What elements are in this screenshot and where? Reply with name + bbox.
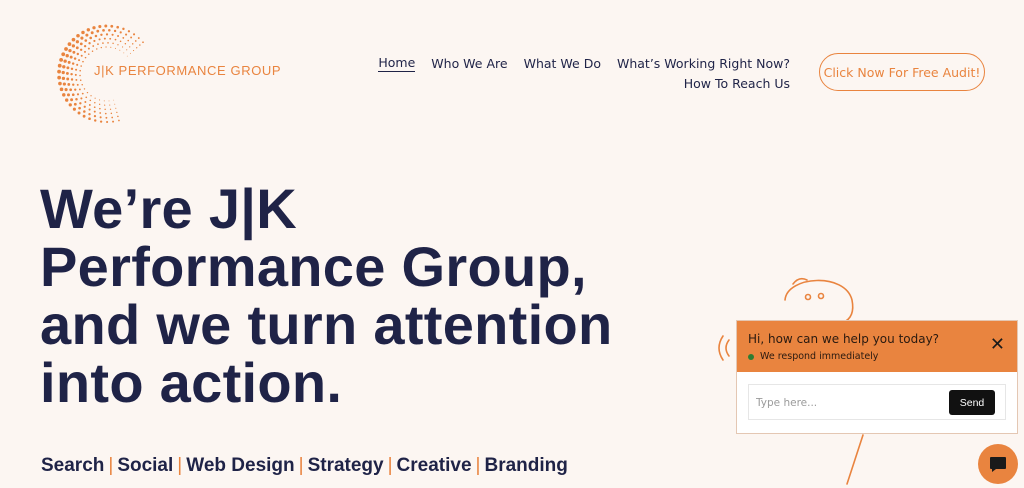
main-nav: Home Who We Are What We Do What’s Workin… [378,53,790,93]
close-icon[interactable]: ✕ [990,336,1005,354]
service-item: Strategy [307,455,384,476]
hero-heading: We’re J|K Performance Group, and we turn… [40,180,740,412]
hero-line: Performance Group, [40,235,587,298]
nav-row-2: How To Reach Us [380,73,790,93]
nav-row-1: Home Who We Are What We Do What’s Workin… [378,53,790,73]
separator: | [108,455,114,476]
service-item: Branding [484,455,568,476]
chat-bubble-icon [990,457,1006,472]
chat-input-container: Send [748,384,1006,421]
service-item: Creative [396,455,472,476]
nav-item-home[interactable]: Home [378,55,416,72]
logo[interactable]: J|K PERFORMANCE GROUP [52,22,282,126]
nav-item-who-we-are[interactable]: Who We Are [431,56,507,71]
service-item: Web Design [186,455,295,476]
free-audit-button[interactable]: Click Now For Free Audit! [819,53,985,91]
chat-title: Hi, how can we help you today? [748,332,940,346]
service-item: Search [41,455,105,476]
chat-widget: Hi, how can we help you today? We respon… [736,320,1018,434]
hero-line: into action. [40,351,343,414]
nav-item-how-to-reach-us[interactable]: How To Reach Us [684,76,790,91]
separator: | [298,455,304,476]
separator: | [475,455,481,476]
services-list: Search | Social | Web Design | Strategy | Creati… [41,455,568,477]
chat-header: Hi, how can we help you today? We respon… [737,321,1017,372]
online-status-dot-icon [748,353,754,360]
hero-line: and we turn attention [40,293,613,356]
chat-status-text: We respond immediately [760,351,879,362]
chat-message-input[interactable] [749,385,948,421]
nav-item-what-we-do[interactable]: What We Do [524,56,601,71]
hero-line: We’re J|K [40,177,297,240]
separator: | [387,455,393,476]
chat-launcher-button[interactable] [978,444,1018,484]
nav-item-whats-working[interactable]: What’s Working Right Now? [617,56,790,71]
logo-text: J|K PERFORMANCE GROUP [94,63,282,78]
separator: | [177,455,183,476]
send-button[interactable]: Send [949,390,995,415]
service-item: Social [117,455,174,476]
chat-status: We respond immediately [748,351,878,362]
chat-body: Send [737,372,1017,433]
